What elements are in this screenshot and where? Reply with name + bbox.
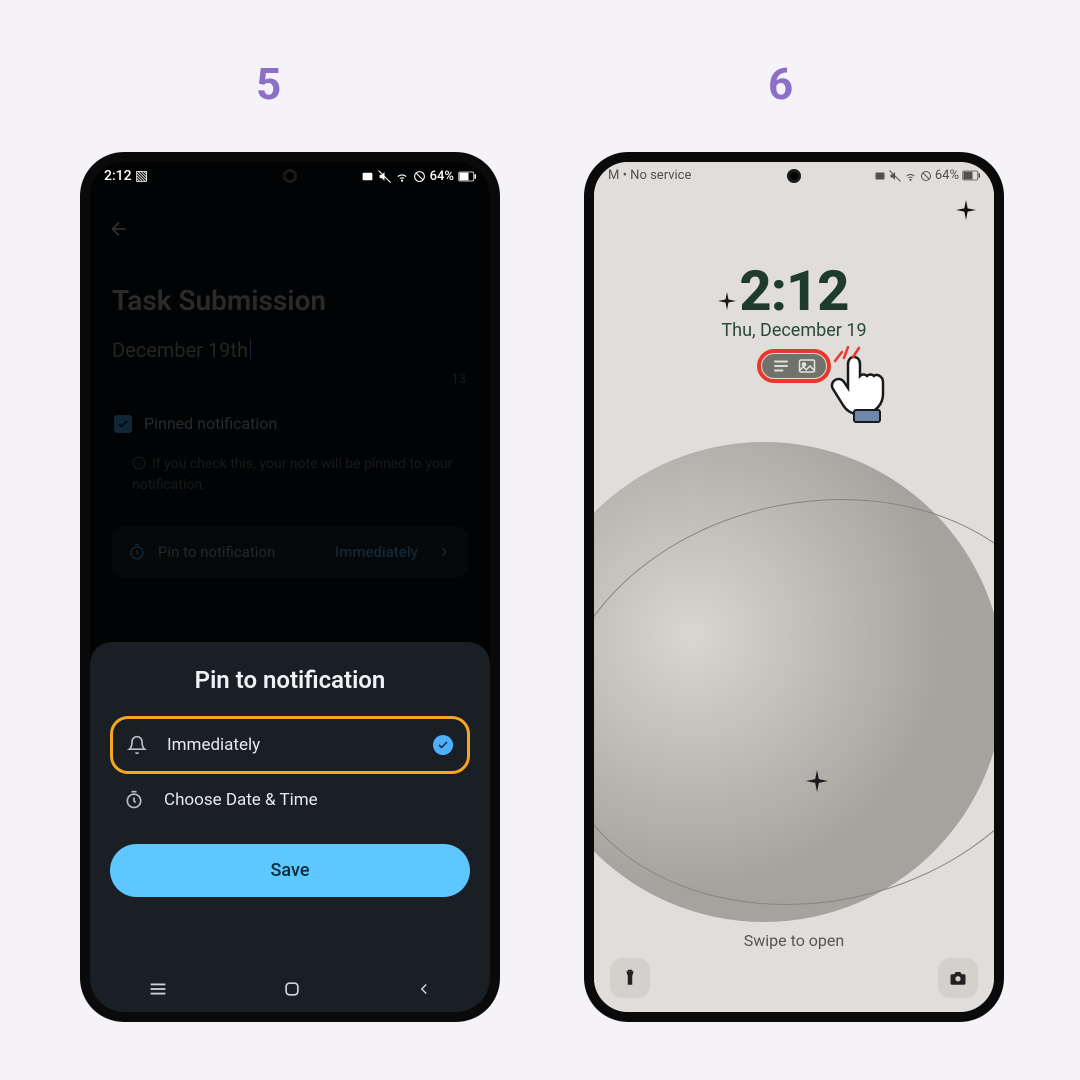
no-signal-icon [920, 170, 932, 182]
sparkle-icon [806, 770, 828, 796]
swipe-hint: Swipe to open [594, 931, 994, 950]
lockscreen: M • No service 64% 2:12 Thu, December 19 [594, 162, 994, 1012]
mute-icon [889, 170, 901, 182]
app-screen: 2:12 ▧ 64% Task Submission December 19th… [90, 162, 490, 1012]
save-button[interactable]: Save [110, 844, 470, 897]
battery-text: 64% [935, 168, 959, 183]
phone-mockup-6: M • No service 64% 2:12 Thu, December 19 [584, 152, 1004, 1022]
sheet-title: Pin to notification [110, 666, 470, 694]
no-signal-icon [413, 170, 426, 183]
tap-lines-icon [832, 338, 862, 364]
wifi-icon [904, 169, 917, 182]
lockscreen-clock: 2:12 [594, 258, 994, 324]
phone-camera [787, 169, 801, 183]
status-right: 64% [361, 169, 476, 184]
flashlight-icon [621, 969, 639, 987]
bottom-sheet: Pin to notification Immediately Choose D… [90, 642, 490, 1012]
nav-home-icon[interactable] [282, 979, 302, 999]
option-immediately[interactable]: Immediately [110, 716, 470, 774]
timer-icon [124, 790, 146, 810]
camera-icon [949, 969, 967, 987]
status-time: 2:12 ▧ [104, 168, 148, 184]
battery-icon [458, 171, 476, 182]
wifi-icon [395, 169, 409, 183]
sparkle-icon [956, 200, 976, 224]
card-icon [361, 170, 374, 183]
option-immediately-label: Immediately [167, 735, 415, 755]
flashlight-button[interactable] [610, 958, 650, 998]
card-icon [874, 170, 886, 182]
phone-camera [283, 169, 297, 183]
status-carrier: M • No service [608, 168, 691, 183]
mute-icon [378, 170, 391, 183]
notification-pill[interactable] [762, 354, 826, 378]
bell-icon [127, 735, 149, 755]
nav-back-icon[interactable] [415, 980, 433, 998]
battery-text: 64% [430, 169, 454, 184]
highlight-ring [757, 349, 831, 383]
step-label-6: 6 [768, 58, 793, 110]
phone-mockup-5: 2:12 ▧ 64% Task Submission December 19th… [80, 152, 500, 1022]
sparkle-icon [718, 292, 736, 314]
lockscreen-date: Thu, December 19 [594, 320, 994, 341]
camera-button[interactable] [938, 958, 978, 998]
tap-hand-cursor [826, 346, 898, 428]
status-right: 64% [874, 168, 980, 183]
check-circle-icon [433, 735, 453, 755]
option-choose-date[interactable]: Choose Date & Time [110, 774, 470, 826]
option-choose-date-label: Choose Date & Time [164, 790, 456, 810]
battery-icon [962, 170, 980, 181]
step-label-5: 5 [256, 58, 281, 110]
nav-recent-icon[interactable] [147, 978, 169, 1000]
android-navbar [90, 972, 490, 1006]
